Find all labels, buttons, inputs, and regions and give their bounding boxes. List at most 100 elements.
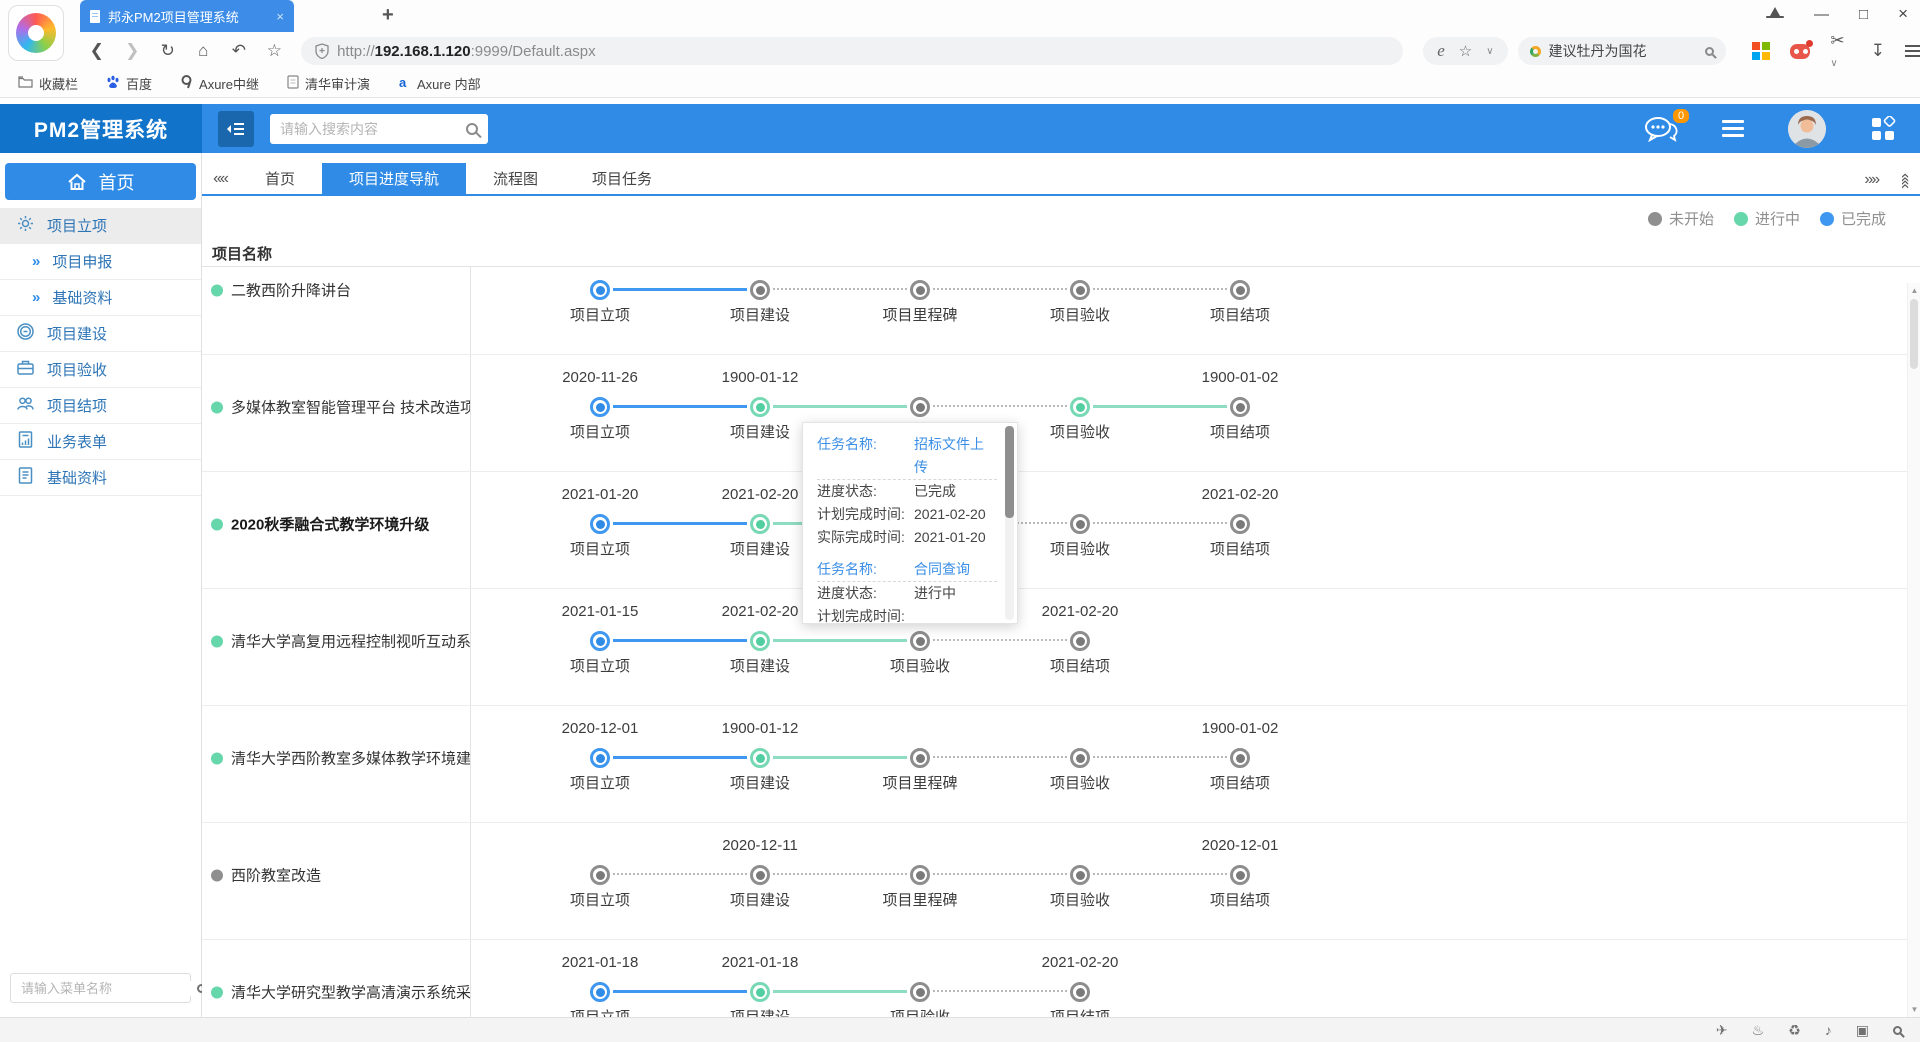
collapse-tabs-icon[interactable]: «« [1896, 173, 1914, 187]
tab-首页[interactable]: 首页 [238, 163, 322, 194]
scroll-up-icon[interactable]: ▲ [1908, 286, 1920, 295]
stage-node-todo[interactable] [1070, 514, 1090, 534]
task-name-link[interactable]: 招标文件上传 [914, 433, 997, 479]
flame-icon[interactable]: ♨ [1752, 1022, 1765, 1039]
stage-node-doing[interactable] [750, 631, 770, 651]
stage-node-todo[interactable] [910, 982, 930, 1002]
stage-node-todo[interactable] [590, 865, 610, 885]
sidebar-item-项目申报[interactable]: »项目申报 [0, 244, 201, 280]
stage-node-done[interactable] [590, 514, 610, 534]
ie-mode-icon[interactable]: e [1437, 41, 1445, 61]
search-engine-box[interactable]: 建议牡丹为国花 [1518, 37, 1726, 65]
sidebar-item-基础资料[interactable]: 基础资料 [0, 460, 201, 496]
project-name[interactable]: 清华大学研究型教学高清演示系统采购 [211, 982, 471, 1003]
sidebar-item-基础资料[interactable]: »基础资料 [0, 280, 201, 316]
back-icon[interactable]: ❮ [82, 41, 112, 61]
forward-icon[interactable]: ❯ [118, 41, 148, 61]
home-icon[interactable]: ⌂ [189, 41, 219, 61]
scroll-down-icon[interactable]: ▼ [1908, 1005, 1920, 1014]
stage-node-todo[interactable] [910, 748, 930, 768]
download-icon[interactable]: ↧ [1871, 41, 1885, 61]
avatar[interactable] [1788, 110, 1826, 148]
stage-node-todo[interactable] [1230, 514, 1250, 534]
stage-node-doing[interactable] [1070, 397, 1090, 417]
browser-logo-icon[interactable] [8, 5, 64, 61]
stage-node-todo[interactable] [1070, 748, 1090, 768]
tooltip-scrollbar-thumb[interactable] [1005, 426, 1014, 518]
display-icon[interactable]: ▣ [1856, 1022, 1869, 1039]
game-controller-icon[interactable] [1790, 44, 1811, 59]
sidebar-item-业务表单[interactable]: 业务表单 [0, 424, 201, 460]
menu-search-input[interactable] [21, 981, 197, 996]
chevron-down-icon[interactable]: ∨ [1486, 46, 1493, 57]
quick-apps-icon[interactable] [1870, 116, 1896, 142]
stage-node-todo[interactable] [1070, 631, 1090, 651]
stage-node-todo[interactable] [910, 631, 930, 651]
stage-node-done[interactable] [590, 631, 610, 651]
stage-node-todo[interactable] [750, 865, 770, 885]
project-name[interactable]: 西阶教室改造 [211, 865, 321, 886]
maximize-button[interactable]: □ [1859, 6, 1868, 23]
stage-node-todo[interactable] [910, 280, 930, 300]
app-search-input[interactable] [280, 121, 466, 137]
project-name[interactable]: 清华大学高复用远程控制视听互动系统 [211, 631, 471, 652]
app-search-icon[interactable] [466, 123, 478, 135]
scissors-icon[interactable]: ✂∨ [1830, 31, 1850, 71]
stage-node-todo[interactable] [910, 865, 930, 885]
sidebar-item-项目验收[interactable]: 项目验收 [0, 352, 201, 388]
content-scrollbar[interactable]: ▲ ▼ [1907, 283, 1920, 1017]
favorite-star-icon[interactable]: ☆ [1459, 42, 1472, 60]
browser-menu-icon[interactable] [1905, 50, 1920, 52]
stage-node-done[interactable] [590, 982, 610, 1002]
sidebar-item-项目结项[interactable]: 项目结项 [0, 388, 201, 424]
scrollbar-thumb[interactable] [1910, 299, 1918, 369]
stage-node-todo[interactable] [1070, 865, 1090, 885]
apps-grid-icon[interactable] [1752, 42, 1770, 60]
bookmark-收藏栏[interactable]: 收藏栏 [18, 74, 78, 93]
bookmark-Axure 内部[interactable]: aAxure 内部 [398, 74, 481, 93]
stage-node-todo[interactable] [1070, 280, 1090, 300]
tooltip-scrollbar[interactable] [1005, 426, 1014, 620]
undo-icon[interactable]: ↶ [224, 41, 254, 61]
stage-node-doing[interactable] [750, 514, 770, 534]
stage-node-doing[interactable] [750, 982, 770, 1002]
project-name[interactable]: 清华大学西阶教室多媒体教学环境建设 [211, 748, 471, 769]
bookmark-star-icon[interactable]: ☆ [260, 41, 290, 61]
stage-node-todo[interactable] [750, 280, 770, 300]
browser-tab[interactable]: 邦永PM2项目管理系统 × [80, 0, 294, 32]
tab-项目任务[interactable]: 项目任务 [565, 163, 679, 194]
stage-node-todo[interactable] [1230, 280, 1250, 300]
stage-node-todo[interactable] [1230, 397, 1250, 417]
trash-icon[interactable]: ♻ [1788, 1022, 1801, 1039]
project-name[interactable]: 2020秋季融合式教学环境升级 [211, 514, 429, 535]
bookmark-Axure中继[interactable]: Axure中继 [180, 74, 259, 93]
url-field[interactable]: http://192.168.1.120:9999/Default.aspx [301, 37, 1403, 65]
refresh-icon[interactable]: ↻ [153, 41, 183, 61]
zoom-icon[interactable] [1893, 1022, 1902, 1038]
stage-node-done[interactable] [590, 397, 610, 417]
bookmark-百度[interactable]: 百度 [106, 74, 152, 93]
stage-node-done[interactable] [590, 280, 610, 300]
tabs-scroll-right-icon[interactable]: »» [1864, 171, 1878, 189]
theme-hat-icon[interactable] [1766, 7, 1784, 21]
new-tab-button[interactable]: + [382, 4, 394, 27]
close-window-button[interactable]: × [1898, 4, 1908, 24]
tabs-scroll-left-icon[interactable]: «« [202, 163, 238, 194]
stage-node-todo[interactable] [910, 397, 930, 417]
tab-流程图[interactable]: 流程图 [466, 163, 565, 194]
stage-node-doing[interactable] [750, 397, 770, 417]
tab-项目进度导航[interactable]: 项目进度导航 [322, 163, 466, 194]
collapse-sidebar-button[interactable] [218, 111, 254, 147]
project-name[interactable]: 多媒体教室智能管理平台 技术改造项目 [211, 397, 471, 418]
sidebar-item-项目立项[interactable]: 项目立项 [0, 208, 201, 244]
bookmark-清华审计演[interactable]: 清华审计演 [287, 74, 370, 93]
messages-button[interactable]: 0 [1644, 116, 1678, 142]
stage-node-todo[interactable] [1230, 748, 1250, 768]
task-name-link[interactable]: 合同查询 [914, 558, 970, 581]
close-tab-icon[interactable]: × [276, 9, 284, 24]
search-icon[interactable] [1705, 47, 1714, 56]
stage-node-doing[interactable] [750, 748, 770, 768]
stage-node-todo[interactable] [1070, 982, 1090, 1002]
speaker-icon[interactable]: ♪ [1825, 1022, 1832, 1038]
stage-node-todo[interactable] [1230, 865, 1250, 885]
